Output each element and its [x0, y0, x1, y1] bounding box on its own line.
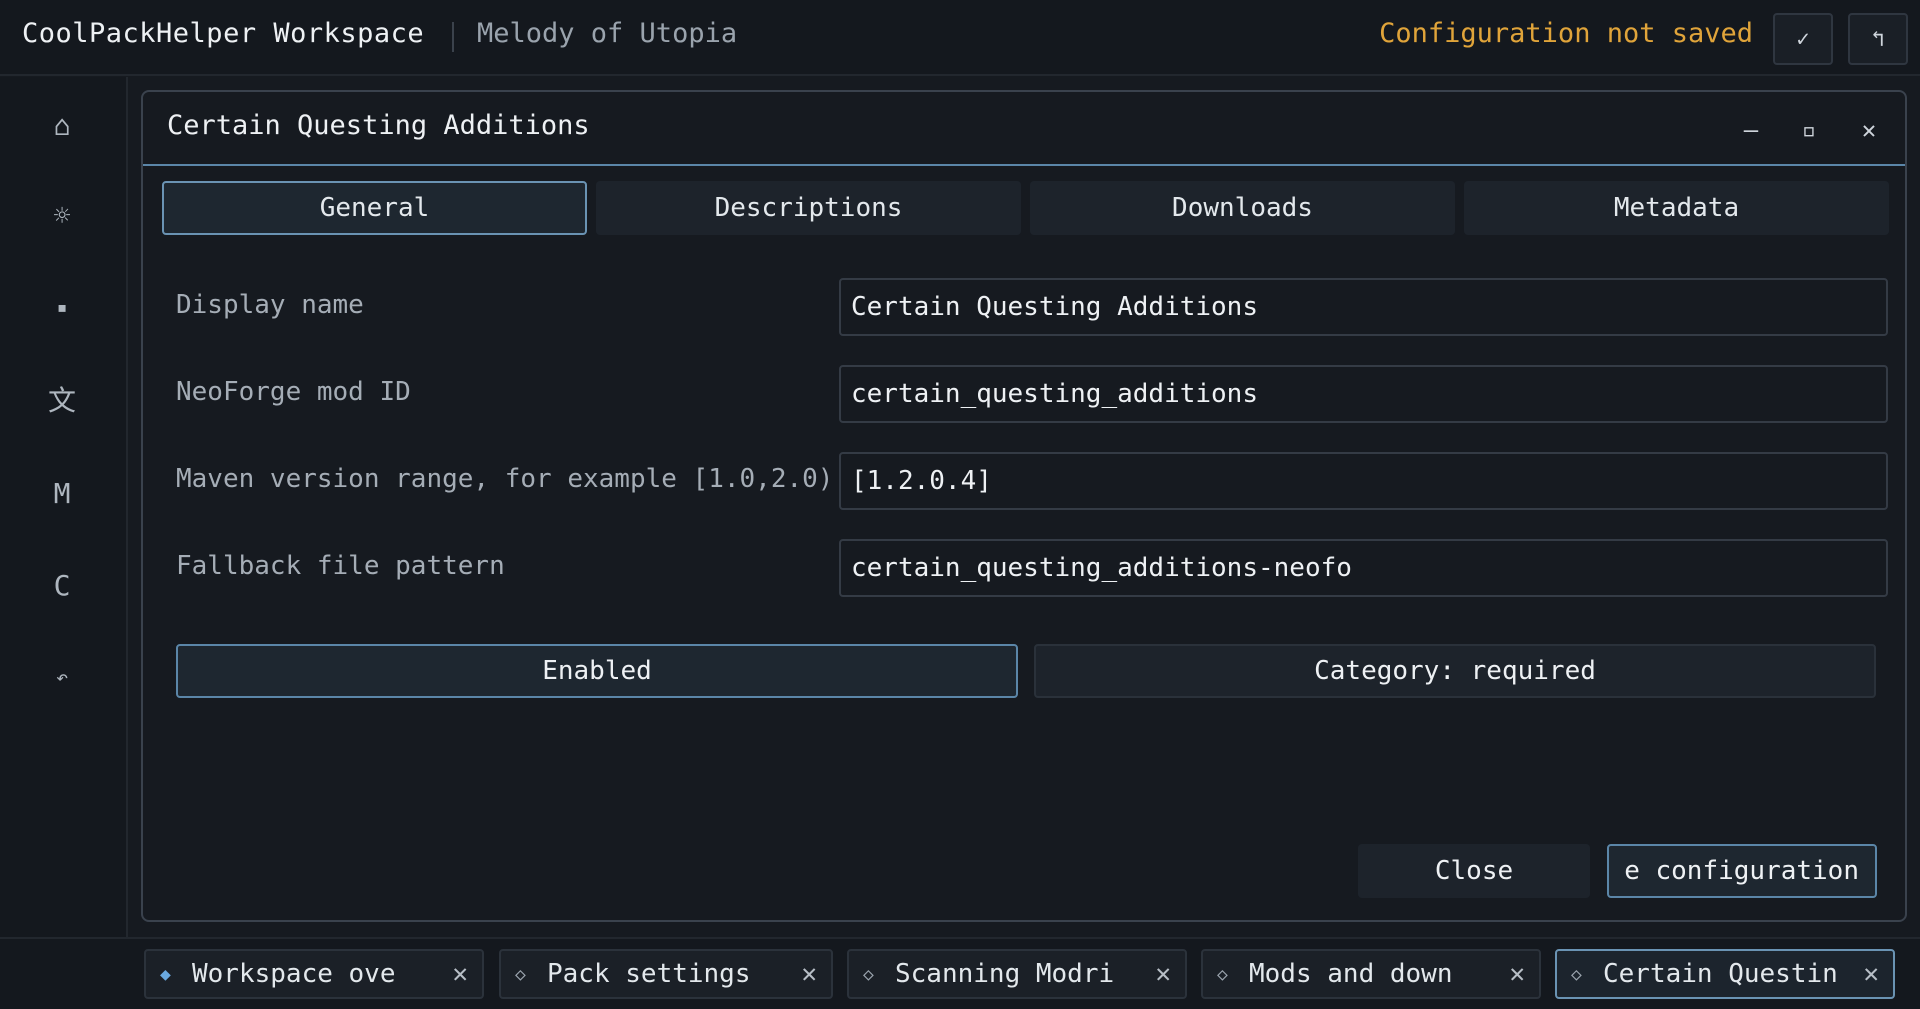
task-tab-certain-questing[interactable]: ◇ Certain Questin ✕ — [1555, 949, 1895, 999]
version-range-field[interactable]: [1.2.0.4] — [839, 452, 1888, 510]
task-tab-pack-settings[interactable]: ◇ Pack settings ✕ — [499, 949, 833, 999]
close-button[interactable]: Close — [1358, 844, 1590, 898]
tab-downloads[interactable]: Downloads — [1030, 181, 1455, 235]
checkmark-icon: ✓ — [1796, 26, 1810, 52]
maximize-icon: ▫ — [1801, 116, 1817, 144]
task-tab-label: Mods and down — [1249, 959, 1453, 989]
save-configuration-button[interactable]: e configuration — [1607, 844, 1877, 898]
top-bar: CoolPackHelper Workspace Melody of Utopi… — [0, 0, 1920, 76]
home-icon: ⌂ — [53, 108, 71, 142]
diamond-icon: ◇ — [1217, 963, 1228, 985]
task-tab-workspace[interactable]: ◆ Workspace ove ✕ — [144, 949, 484, 999]
task-tab-mods[interactable]: ◇ Mods and down ✕ — [1201, 949, 1541, 999]
mod-id-label: NeoForge mod ID — [176, 377, 411, 407]
file-pattern-field[interactable]: certain_questing_additions-neofo — [839, 539, 1888, 597]
tab-metadata[interactable]: Metadata — [1464, 181, 1889, 235]
dialog-titlebar[interactable]: Certain Questing Additions — ▫ ✕ — [143, 92, 1905, 166]
sidebar-item-curseforge[interactable]: C — [34, 557, 90, 613]
diamond-filled-icon: ◆ — [160, 963, 171, 985]
modrinth-icon: M — [53, 476, 71, 510]
language-icon: 文 — [47, 384, 76, 417]
status-text: Configuration not saved — [1379, 18, 1753, 49]
sidebar-item-settings[interactable]: ☼ — [34, 187, 90, 243]
sidebar-item-language[interactable]: 文 — [34, 371, 90, 427]
file-pattern-label: Fallback file pattern — [176, 551, 505, 581]
close-icon[interactable]: ✕ — [1509, 959, 1525, 989]
mod-config-dialog: Certain Questing Additions — ▫ ✕ General… — [141, 90, 1907, 922]
display-name-field[interactable]: Certain Questing Additions — [839, 278, 1888, 336]
dialog-tabs: General Descriptions Downloads Metadata — [162, 181, 1889, 235]
minimize-button[interactable]: — — [1733, 112, 1769, 148]
close-icon[interactable]: ✕ — [1863, 959, 1879, 989]
save-workspace-button[interactable]: ✓ — [1773, 13, 1833, 65]
enabled-toggle[interactable]: Enabled — [176, 644, 1018, 698]
task-tab-label: Workspace ove — [192, 959, 396, 989]
task-tabs-bar: ◆ Workspace ove ✕ ◇ Pack settings ✕ ◇ Sc… — [0, 937, 1920, 1009]
diamond-icon: ◇ — [863, 963, 874, 985]
pack-name: Melody of Utopia — [477, 18, 738, 49]
task-tab-scanning[interactable]: ◇ Scanning Modri ✕ — [847, 949, 1187, 999]
close-icon[interactable]: ✕ — [801, 959, 817, 989]
tab-general[interactable]: General — [162, 181, 587, 235]
exit-icon: ↰ — [1871, 26, 1885, 52]
task-tab-label: Pack settings — [547, 959, 751, 989]
category-button[interactable]: Category: required — [1034, 644, 1876, 698]
version-range-label: Maven version range, for example [1.0,2.… — [176, 464, 834, 494]
maximize-button[interactable]: ▫ — [1791, 112, 1827, 148]
settings-icon: ☼ — [53, 198, 71, 232]
sidebar-item-home[interactable]: ⌂ — [34, 97, 90, 153]
app-title: CoolPackHelper Workspace — [22, 18, 425, 49]
sidebar-item-mods[interactable]: ▪ — [34, 279, 90, 335]
diamond-icon: ◇ — [515, 963, 526, 985]
curseforge-icon: C — [53, 568, 71, 602]
dialog-title: Certain Questing Additions — [167, 110, 590, 141]
exit-button[interactable]: ↰ — [1848, 13, 1908, 65]
tab-descriptions[interactable]: Descriptions — [596, 181, 1021, 235]
sidebar: ⌂ ☼ ▪ 文 M C ↶ — [0, 77, 128, 937]
title-separator — [452, 22, 454, 52]
close-window-button[interactable]: ✕ — [1851, 112, 1887, 148]
diamond-icon: ◇ — [1571, 963, 1582, 985]
close-icon: ✕ — [1861, 116, 1877, 144]
display-name-label: Display name — [176, 290, 364, 320]
close-icon[interactable]: ✕ — [452, 959, 468, 989]
close-icon[interactable]: ✕ — [1155, 959, 1171, 989]
task-tab-label: Certain Questin — [1603, 959, 1838, 989]
mod-id-field[interactable]: certain_questing_additions — [839, 365, 1888, 423]
sidebar-item-back[interactable]: ↶ — [34, 649, 90, 705]
mods-icon: ▪ — [56, 296, 68, 318]
task-tab-label: Scanning Modri — [895, 959, 1115, 989]
minimize-icon: — — [1743, 116, 1759, 144]
back-icon: ↶ — [55, 665, 69, 689]
sidebar-item-modrinth[interactable]: M — [34, 465, 90, 521]
